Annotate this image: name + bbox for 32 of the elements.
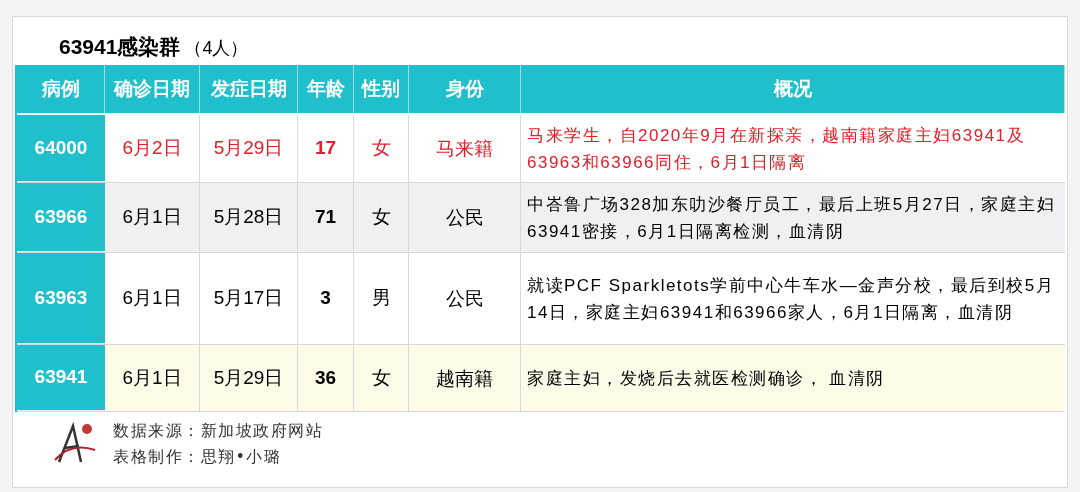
- count-label: （4人）: [184, 37, 249, 60]
- table-cell: 5月29日: [200, 115, 298, 182]
- case-cell: 64000: [17, 115, 105, 182]
- case-cell: 63963: [17, 253, 105, 344]
- table-cell: 女: [354, 115, 409, 182]
- table-cell: 女: [354, 183, 409, 252]
- table-cell: 5月28日: [200, 183, 298, 252]
- table-cell: 71: [298, 183, 354, 252]
- table-cell: 公民: [409, 253, 521, 344]
- summary-cell-text: 马来学生，自2020年9月在新探亲，越南籍家庭主妇63941及63963和63966同住，6月1日隔离: [526, 124, 1027, 174]
- table-cell: 36: [298, 345, 354, 411]
- table-cell: 6月2日: [105, 115, 200, 182]
- source-note: 数据来源：新加坡政府网站: [113, 420, 323, 442]
- table-cell: 公民: [409, 183, 521, 252]
- table-cell: 马来籍: [409, 115, 521, 182]
- case-cell: 63966: [17, 183, 105, 252]
- case-cell: 63941: [17, 345, 105, 411]
- summary-cell-text: 中峇鲁广场328加东叻沙餐厅员工，最后上班5月27日，家庭主妇63941密接，6月1日隔离检测，血清阴: [526, 193, 1057, 243]
- table-title: 63941感染群: [59, 33, 181, 60]
- table-cell: 6月1日: [105, 183, 200, 252]
- table-cell: 17: [298, 115, 354, 182]
- author-note: 表格制作：思翔•小璐: [113, 446, 283, 468]
- table-cell: 3: [298, 253, 354, 344]
- table-cell: 6月1日: [105, 345, 200, 411]
- table-cell: 越南籍: [409, 345, 521, 411]
- table-cell: 5月29日: [200, 345, 298, 411]
- summary-cell-text: 就读PCF Sparkletots学前中心牛车水—金声分校，最后到校5月14日，家庭主妇63941和63966家人，6月1日隔离，血清阴: [526, 274, 1056, 324]
- summary-cell-text: 家庭主妇，发烧后去就医检测确诊， 血清阴: [526, 367, 886, 390]
- table-cell: 6月1日: [105, 253, 200, 344]
- table-cell: 5月17日: [200, 253, 298, 344]
- table-cell: 男: [354, 253, 409, 344]
- table-cell: 女: [354, 345, 409, 411]
